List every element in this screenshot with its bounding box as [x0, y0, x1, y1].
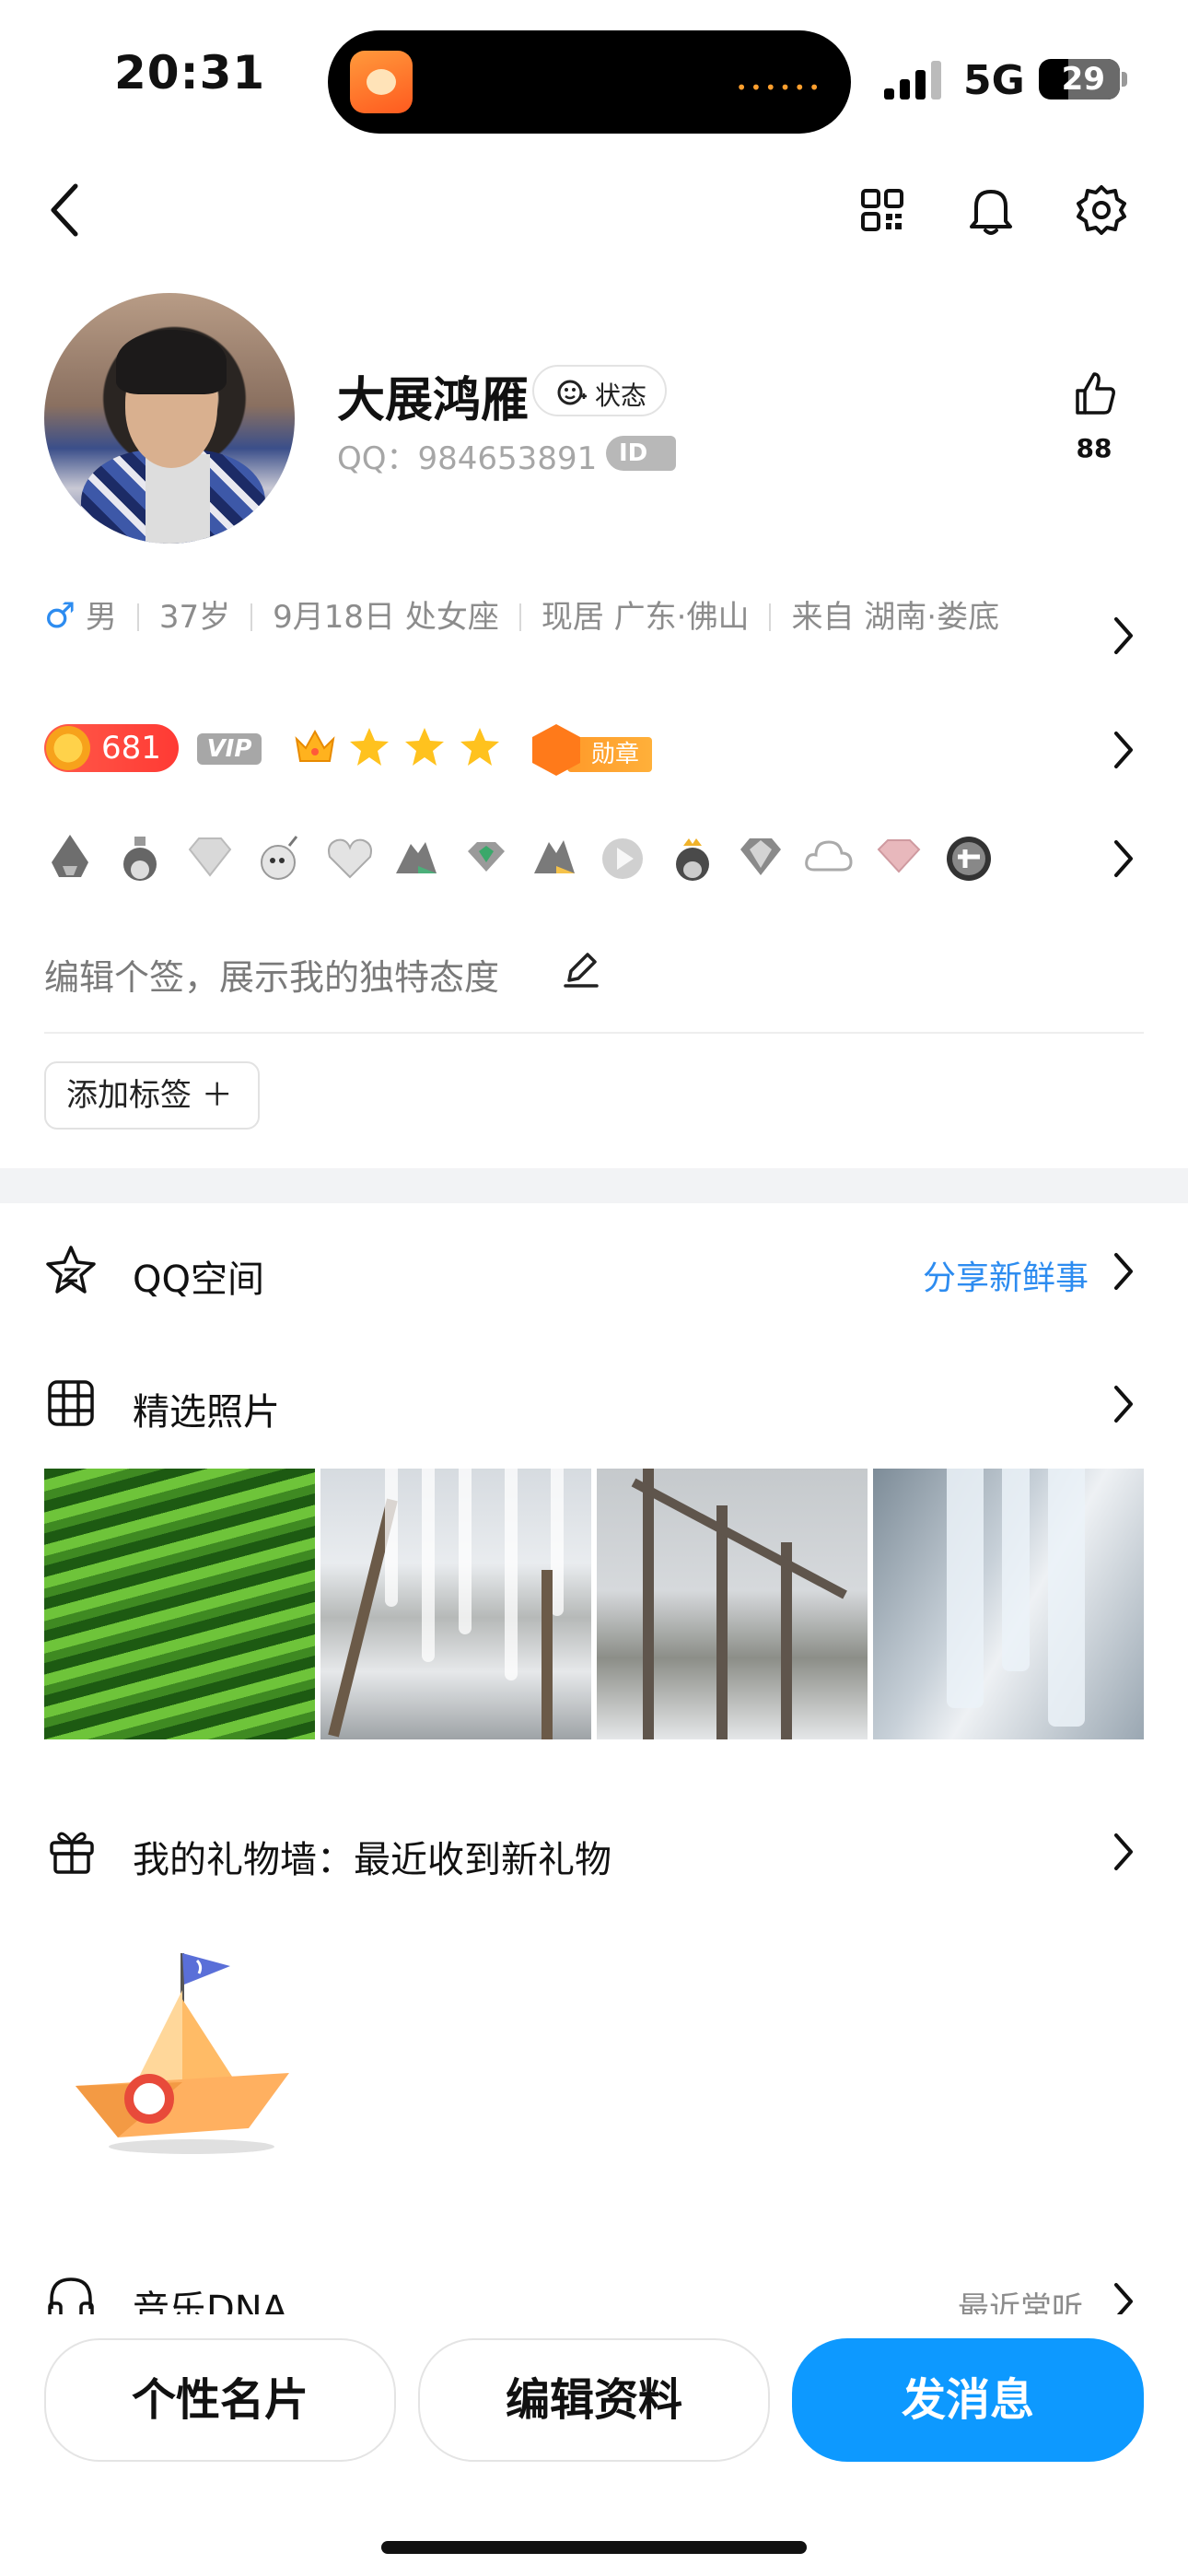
gifts-chevron-right-icon[interactable]	[1111, 1830, 1136, 1874]
gender: 男	[85, 599, 117, 636]
dynamic-island: ••••••	[328, 30, 851, 134]
send-message-button[interactable]: 发消息	[792, 2338, 1144, 2462]
settings-icon[interactable]	[1076, 184, 1127, 236]
home-indicator[interactable]	[381, 2541, 807, 2554]
add-tag-button[interactable]: 添加标签 ＋	[44, 1061, 260, 1130]
penguin-crown-badge-icon	[676, 838, 709, 881]
network-type: 5G	[963, 57, 1025, 104]
level-score: 681	[101, 730, 161, 767]
gift-icon	[50, 1832, 94, 1874]
edit-pencil-icon[interactable]	[562, 949, 600, 989]
bomb-badge-icon	[261, 836, 298, 880]
star-icon	[350, 728, 389, 766]
penguin-badge-icon	[52, 835, 88, 877]
play-badge-icon	[602, 838, 643, 879]
penguin-king-badge-icon	[123, 837, 157, 881]
app-activity-icon	[350, 51, 413, 113]
nickname: 大展鸿雁	[337, 373, 530, 428]
signal-icon	[884, 59, 943, 100]
battery-icon: 29	[1039, 59, 1120, 100]
qr-code-icon[interactable]	[860, 188, 904, 232]
divider	[44, 1032, 1144, 1034]
paper-boat-gift-icon[interactable]	[72, 1944, 293, 2156]
status-icon	[557, 380, 587, 405]
qzone-title: QQ空间	[133, 1259, 264, 1301]
male-icon: ♂	[44, 595, 76, 636]
id-badge[interactable]: ID	[606, 436, 676, 471]
gift-wall-title: 我的礼物墙：最近收到新礼物	[133, 1839, 611, 1881]
residence: 现居 广东·佛山	[541, 599, 750, 636]
crown-icon	[295, 729, 335, 762]
coin-icon	[46, 726, 90, 770]
qzone-chevron-right-icon[interactable]	[1111, 1249, 1136, 1294]
cloud-badge-icon	[805, 840, 853, 872]
mountain-badge-icon	[396, 842, 437, 873]
mountain-gold-badge-icon	[534, 840, 575, 873]
medal-badge[interactable]: 勋章	[532, 724, 652, 776]
birthday: 9月18日 处女座	[273, 599, 499, 636]
heart-badge-icon	[328, 838, 372, 879]
like-count: 88	[1076, 433, 1112, 463]
battery-tip	[1122, 72, 1127, 87]
signature-placeholder[interactable]: 编辑个签，展示我的独特态度	[44, 949, 499, 1000]
edit-profile-button[interactable]: 编辑资料	[418, 2338, 770, 2462]
star-icon	[405, 728, 444, 766]
avatar[interactable]	[44, 293, 295, 544]
qzone-share-link[interactable]: 分享新鲜事	[923, 1251, 1089, 1299]
status-time: 20:31	[114, 46, 266, 100]
age: 37岁	[158, 599, 231, 636]
photos-row[interactable]: 精选照片	[0, 1364, 1188, 1445]
photos-chevron-right-icon[interactable]	[1111, 1382, 1136, 1426]
qzone-star-icon	[46, 1246, 96, 1294]
hometown: 来自 湖南·娄底	[791, 599, 1000, 636]
grid-icon	[48, 1380, 94, 1426]
qzone-row[interactable]: QQ空间 分享新鲜事	[0, 1231, 1188, 1312]
status-label: 状态	[595, 381, 647, 411]
emerald-badge-icon	[468, 842, 505, 872]
vip-badge[interactable]: VIP	[197, 733, 262, 765]
activity-dots-icon: ••••••	[736, 76, 823, 99]
status-button[interactable]: 状态	[532, 365, 667, 416]
diamond-dark-badge-icon	[740, 838, 781, 875]
badges-chevron-right-icon[interactable]	[1111, 837, 1136, 881]
photos-title: 精选照片	[133, 1391, 280, 1434]
section-separator	[0, 1168, 1188, 1203]
back-icon[interactable]	[46, 181, 83, 240]
info-chevron-right-icon[interactable]	[1111, 614, 1136, 658]
photo-thumbnail[interactable]	[597, 1469, 868, 1739]
diamond-badge-icon	[188, 837, 232, 877]
level-chevron-right-icon[interactable]	[1111, 728, 1136, 772]
cf-badge-icon	[947, 837, 991, 881]
basic-info[interactable]: ♂ 男 37岁 9月18日 处女座 现居 广东·佛山 来自 湖南·娄底	[44, 591, 1048, 641]
battery-level: 29	[1061, 61, 1105, 98]
photo-thumbnail[interactable]	[873, 1469, 1144, 1739]
photo-thumbnail[interactable]	[44, 1469, 315, 1739]
pink-diamond-badge-icon	[877, 839, 921, 873]
photo-thumbnail[interactable]	[320, 1469, 591, 1739]
level-coin-badge[interactable]: 681	[44, 724, 179, 772]
like-icon[interactable]	[1074, 370, 1116, 416]
star-icon	[460, 728, 499, 766]
qq-number[interactable]: QQ：984653891	[337, 433, 597, 478]
gift-wall-row[interactable]: 我的礼物墙：最近收到新礼物	[0, 1811, 1188, 1892]
bell-icon[interactable]	[967, 184, 1015, 236]
profile-card-button[interactable]: 个性名片	[44, 2338, 396, 2462]
